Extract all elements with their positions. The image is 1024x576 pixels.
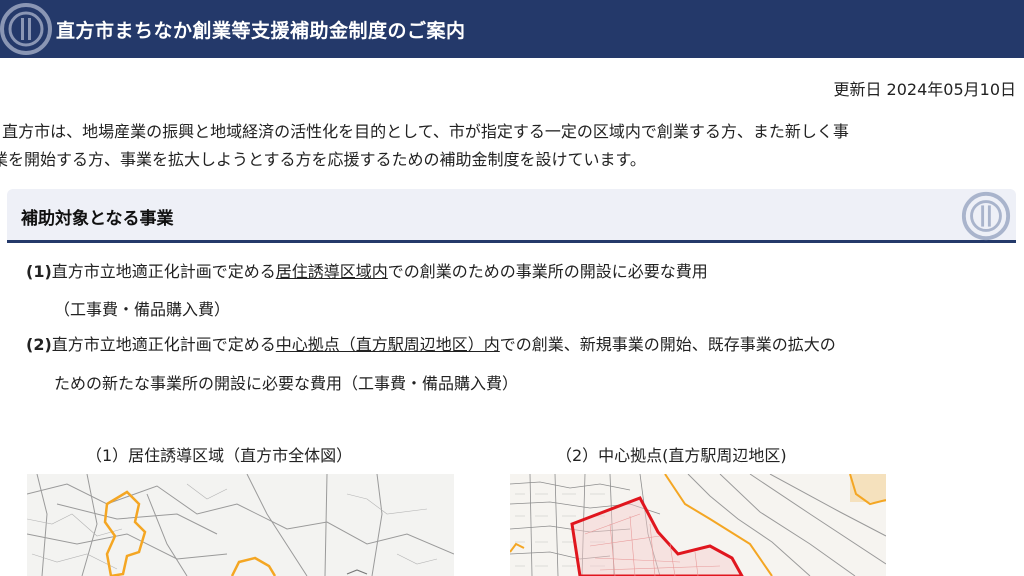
section-heading: 補助対象となる事業 — [7, 189, 1016, 243]
intro-line-1: 直方市は、地場産業の振興と地域経済の活性化を目的として、市が指定する一定の区域内… — [2, 122, 849, 141]
page-title: 直方市まちなか創業等支援補助金制度のご案内 — [56, 20, 466, 42]
item-number: (1) — [26, 262, 52, 281]
map-caption-residential: （1）居住誘導区域（直方市全体図） — [86, 446, 353, 465]
intro-text: 直方市は、地場産業の振興と地域経済の活性化を目的として、市が指定する一定の区域内… — [0, 118, 1022, 174]
list-item: (1)直方市立地適正化計画で定める居住誘導区域内での創業のための事業所の開設に必… — [26, 262, 708, 281]
updated-date: 更新日 2024年05月10日 — [833, 80, 1016, 99]
intro-line-2: 業を開始する方、事業を拡大しようとする方を応援するための補助金制度を設けています… — [0, 150, 646, 169]
page-header: 直方市まちなか創業等支援補助金制度のご案内 — [0, 0, 1024, 58]
item-sub-text: （工事費・備品購入費） — [54, 300, 231, 319]
list-item: (2)直方市立地適正化計画で定める中心拠点（直方駅周辺地区）内での創業、新規事業… — [26, 335, 836, 354]
central-hub-map[interactable] — [510, 474, 886, 576]
residential-zone-map[interactable] — [27, 474, 454, 576]
item-sub-text: ための新たな事業所の開設に必要な費用（工事費・備品購入費） — [54, 374, 519, 393]
map-caption-central: （2）中心拠点(直方駅周辺地区) — [556, 446, 787, 465]
city-emblem-icon — [0, 3, 52, 55]
residential-zone-link[interactable]: 居住誘導区域内 — [276, 262, 388, 281]
central-hub-link[interactable]: 中心拠点（直方駅周辺地区）内 — [276, 335, 500, 354]
section-title: 補助対象となる事業 — [21, 209, 174, 229]
item-number: (2) — [26, 335, 52, 354]
city-emblem-icon — [961, 191, 1011, 241]
